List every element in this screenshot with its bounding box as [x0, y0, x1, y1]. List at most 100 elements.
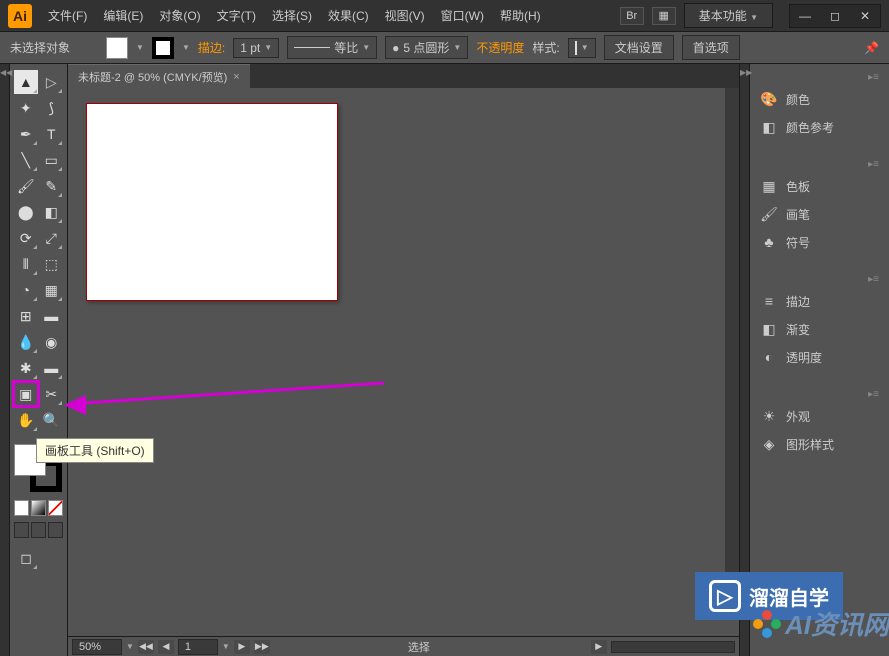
- panel-appearance[interactable]: ☀外观: [754, 402, 885, 430]
- menu-window[interactable]: 窗口(W): [433, 3, 492, 28]
- nav-last-button[interactable]: ▶▶: [254, 640, 270, 654]
- panel-gradient[interactable]: ◧渐变: [754, 315, 885, 343]
- panel-color-guide[interactable]: ◧颜色参考: [754, 113, 885, 141]
- perspective-tool[interactable]: ▦: [40, 278, 64, 302]
- opacity-label[interactable]: 不透明度: [476, 39, 524, 56]
- doc-setup-button[interactable]: 文档设置: [604, 35, 674, 60]
- width-tool[interactable]: ⦀: [14, 252, 38, 276]
- swatches-icon: ▦: [760, 177, 778, 195]
- lasso-tool[interactable]: ⟆: [40, 96, 64, 120]
- panel-graphic-styles[interactable]: ◈图形样式: [754, 430, 885, 458]
- page-number-field[interactable]: 1: [178, 639, 218, 655]
- toolbox: ▲ ▷ ✦ ⟆ ✒ T ╲ ▭ 🖌 ✎ ⬤ ◧ ⟳ ⤢ ⦀ ⬚: [10, 64, 68, 656]
- gradient-tool[interactable]: ▬: [40, 304, 64, 328]
- watermark-logo-2: AI资讯网: [753, 605, 889, 642]
- artboard-tool[interactable]: ▣: [14, 382, 38, 406]
- page-dropdown-icon[interactable]: ▼: [222, 642, 230, 651]
- document-tab[interactable]: 未标题-2 @ 50% (CMYK/预览) ×: [68, 64, 250, 89]
- scale-tool[interactable]: ⤢: [40, 226, 64, 250]
- zoom-tool[interactable]: 🔍: [40, 408, 64, 432]
- panel-brushes[interactable]: 🖌画笔: [754, 200, 885, 228]
- stroke-swatch[interactable]: [152, 37, 174, 59]
- pin-icon[interactable]: 📌: [864, 41, 879, 55]
- stroke-dropdown-icon[interactable]: ▼: [182, 43, 190, 52]
- color-mode-none[interactable]: [48, 500, 63, 516]
- stroke-profile-dropdown[interactable]: 等比▼: [287, 36, 377, 59]
- blend-tool[interactable]: ◉: [40, 330, 64, 354]
- panel-stroke[interactable]: ≡描边: [754, 287, 885, 315]
- menu-edit[interactable]: 编辑(E): [95, 3, 151, 28]
- status-arrow-button[interactable]: ▶: [591, 640, 607, 654]
- rectangle-tool[interactable]: ▭: [40, 148, 64, 172]
- panel-menu-icon[interactable]: ▸≡: [754, 387, 885, 402]
- pencil-tool[interactable]: ✎: [40, 174, 64, 198]
- stroke-label: 描边:: [198, 39, 225, 56]
- workspace-switcher[interactable]: 基本功能 ▼: [684, 3, 773, 28]
- right-panel-dock: ▸≡ 🎨颜色 ◧颜色参考 ▸≡ ▦色板 🖌画笔 ♣符号 ▸≡ ≡描边 ◧渐变 ◐…: [749, 64, 889, 656]
- bridge-button[interactable]: Br: [620, 7, 644, 25]
- color-mode-solid[interactable]: [14, 500, 29, 516]
- tab-close-icon[interactable]: ×: [233, 71, 239, 83]
- maximize-button[interactable]: ◻: [820, 5, 850, 27]
- panel-color[interactable]: 🎨颜色: [754, 85, 885, 113]
- symbols-icon: ♣: [760, 233, 778, 251]
- panel-menu-icon[interactable]: ▸≡: [754, 157, 885, 172]
- panel-symbols[interactable]: ♣符号: [754, 228, 885, 256]
- symbol-sprayer-tool[interactable]: ✱: [14, 356, 38, 380]
- zoom-level-field[interactable]: 50%: [72, 639, 122, 655]
- palette-icon: 🎨: [760, 90, 778, 108]
- mesh-tool[interactable]: ⊞: [14, 304, 38, 328]
- menu-help[interactable]: 帮助(H): [492, 3, 549, 28]
- canvas-viewport[interactable]: [68, 88, 739, 636]
- selection-tool[interactable]: ▲: [14, 70, 38, 94]
- menu-view[interactable]: 视图(V): [377, 3, 433, 28]
- screen-mode-button[interactable]: ◻: [14, 546, 38, 570]
- type-tool[interactable]: T: [40, 122, 64, 146]
- menu-object[interactable]: 对象(O): [151, 3, 208, 28]
- arrange-button[interactable]: ▦: [652, 7, 676, 25]
- magic-wand-tool[interactable]: ✦: [14, 96, 38, 120]
- slice-tool[interactable]: ✂: [40, 382, 64, 406]
- horizontal-scrollbar[interactable]: [611, 641, 735, 653]
- stroke-weight-dropdown[interactable]: 1 pt▼: [233, 38, 279, 58]
- rotate-tool[interactable]: ⟳: [14, 226, 38, 250]
- pen-tool[interactable]: ✒: [14, 122, 38, 146]
- style-dropdown[interactable]: ▼: [568, 38, 596, 58]
- hand-tool[interactable]: ✋: [14, 408, 38, 432]
- direct-selection-tool[interactable]: ▷: [40, 70, 64, 94]
- vertical-scrollbar[interactable]: [725, 88, 739, 616]
- collapse-left-icon[interactable]: ◀◀: [0, 68, 10, 80]
- collapse-right-icon[interactable]: ▶▶: [740, 68, 750, 80]
- preferences-button[interactable]: 首选项: [682, 35, 740, 60]
- draw-mode-inside[interactable]: [48, 522, 63, 538]
- blob-brush-tool[interactable]: ⬤: [14, 200, 38, 224]
- nav-prev-button[interactable]: ◀: [158, 640, 174, 654]
- artboard[interactable]: [86, 103, 338, 301]
- brush-dropdown[interactable]: ●5 点圆形▼: [385, 36, 468, 59]
- menu-file[interactable]: 文件(F): [40, 3, 95, 28]
- line-tool[interactable]: ╲: [14, 148, 38, 172]
- close-button[interactable]: ✕: [850, 5, 880, 27]
- zoom-dropdown-icon[interactable]: ▼: [126, 642, 134, 651]
- fill-dropdown-icon[interactable]: ▼: [136, 43, 144, 52]
- fill-swatch[interactable]: [106, 37, 128, 59]
- panel-swatches[interactable]: ▦色板: [754, 172, 885, 200]
- color-mode-gradient[interactable]: [31, 500, 46, 516]
- nav-first-button[interactable]: ◀◀: [138, 640, 154, 654]
- draw-mode-normal[interactable]: [14, 522, 29, 538]
- panel-menu-icon[interactable]: ▸≡: [754, 70, 885, 85]
- shape-builder-tool[interactable]: ◔: [14, 278, 38, 302]
- nav-next-button[interactable]: ▶: [234, 640, 250, 654]
- panel-transparency[interactable]: ◐透明度: [754, 343, 885, 371]
- minimize-button[interactable]: —: [790, 5, 820, 27]
- menu-type[interactable]: 文字(T): [209, 3, 264, 28]
- draw-mode-behind[interactable]: [31, 522, 46, 538]
- eyedropper-tool[interactable]: 💧: [14, 330, 38, 354]
- panel-menu-icon[interactable]: ▸≡: [754, 272, 885, 287]
- menu-select[interactable]: 选择(S): [264, 3, 320, 28]
- free-transform-tool[interactable]: ⬚: [40, 252, 64, 276]
- graph-tool[interactable]: ▬: [40, 356, 64, 380]
- menu-effect[interactable]: 效果(C): [320, 3, 377, 28]
- eraser-tool[interactable]: ◧: [40, 200, 64, 224]
- paintbrush-tool[interactable]: 🖌: [14, 174, 38, 198]
